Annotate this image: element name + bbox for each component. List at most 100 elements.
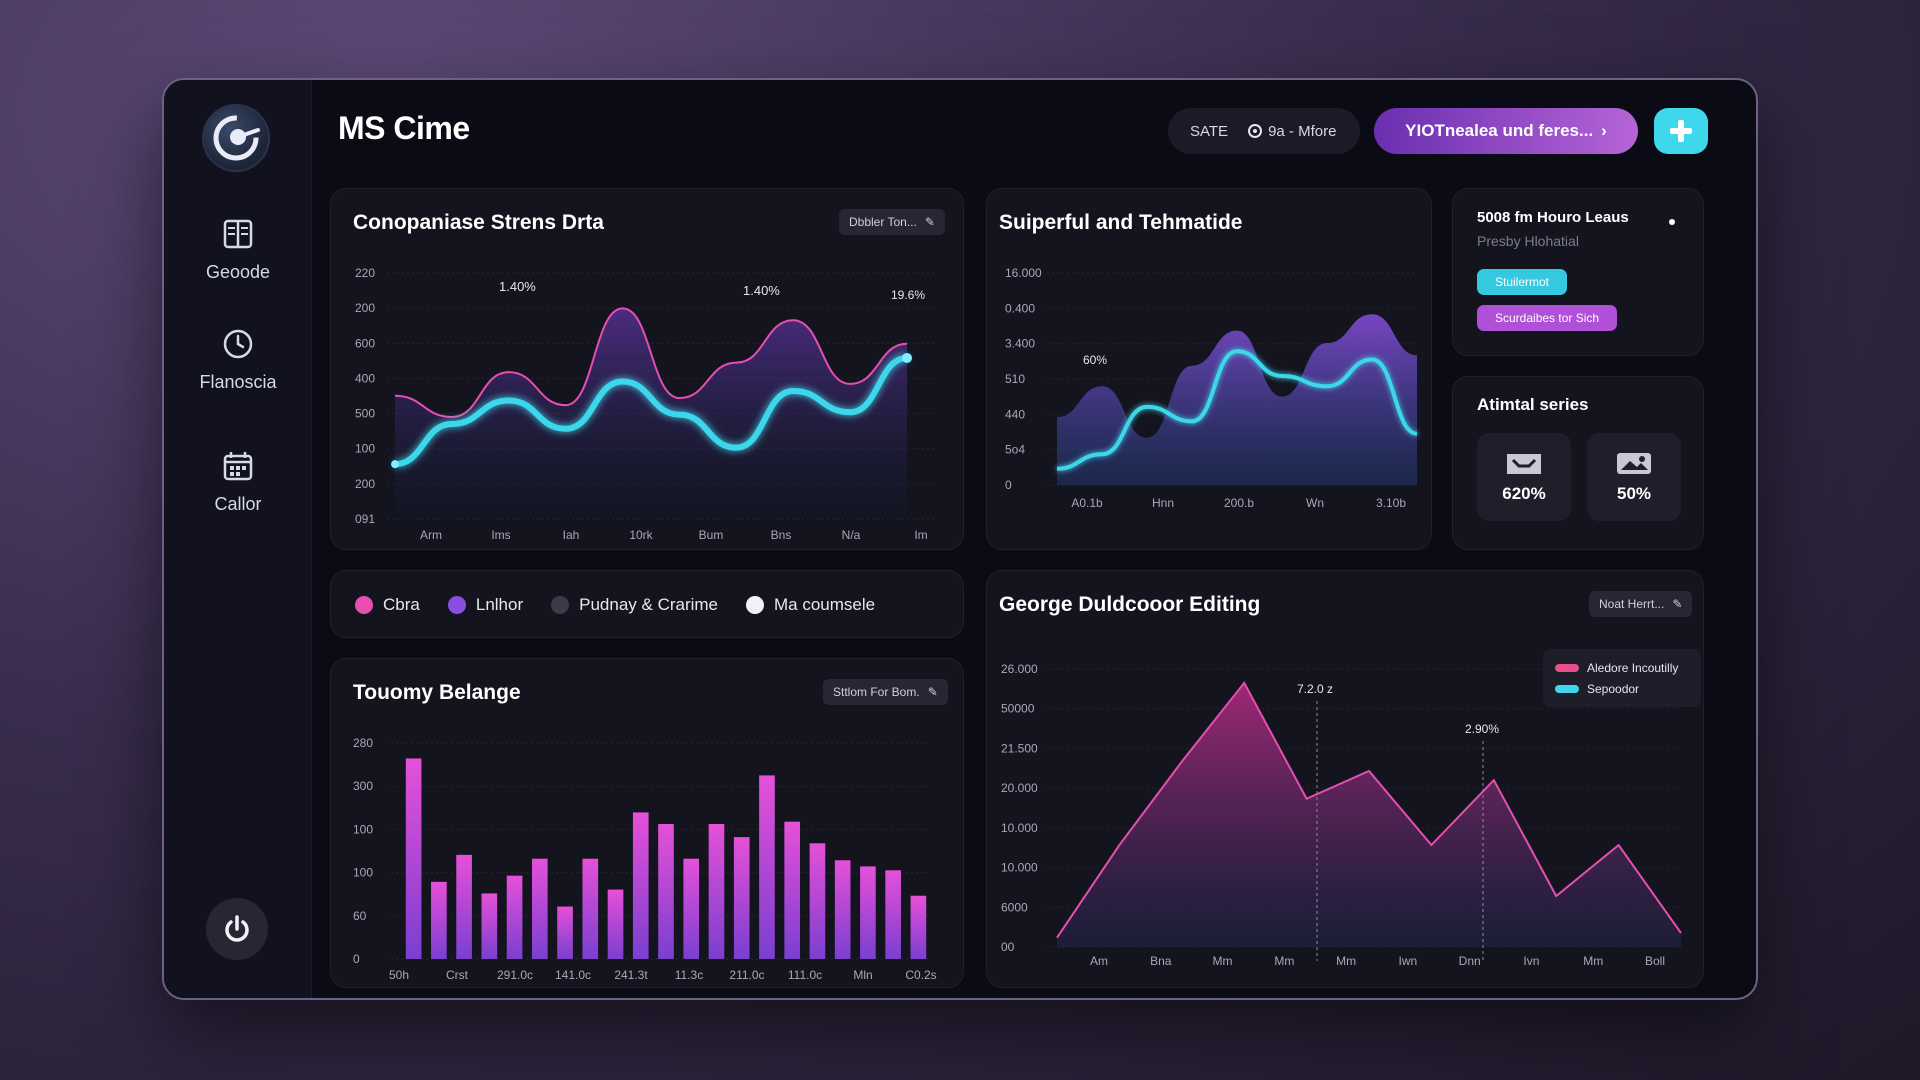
x-tick-label: 10rk (629, 528, 653, 542)
image-icon (1617, 453, 1651, 474)
x-tick-label: Mln (853, 968, 872, 982)
x-tick-label: Mm (1336, 954, 1356, 968)
x-tick-label: Hnn (1152, 496, 1174, 510)
stat-tile[interactable]: 50% (1587, 433, 1681, 521)
sidebar-item-flanoscia[interactable]: Flanoscia (164, 326, 312, 393)
y-tick-label: 440 (1005, 407, 1025, 421)
legend-item[interactable]: Pudnay & Crarime (551, 595, 718, 615)
y-tick-label: 0 (353, 952, 360, 966)
x-tick-label: Im (914, 528, 927, 542)
x-tick-label: Wn (1306, 496, 1324, 510)
y-tick-label: 21.500 (1001, 741, 1038, 755)
legend-swatch (447, 596, 466, 614)
bar[interactable] (809, 843, 826, 959)
y-tick-label: 5o4 (1005, 443, 1025, 457)
y-tick-label: 00 (1001, 940, 1015, 954)
power-button[interactable] (206, 898, 268, 960)
x-tick-label: 50h (389, 968, 409, 982)
legend-item[interactable]: Ma coumsele (746, 595, 875, 615)
clock-icon (223, 329, 253, 359)
chevron-right-icon: › (1601, 121, 1607, 140)
bar[interactable] (506, 875, 523, 959)
add-button[interactable] (1654, 108, 1708, 154)
bar[interactable] (784, 821, 801, 959)
y-tick-label: 510 (1005, 372, 1025, 386)
card-touomy-belange: Touomy Belange Sttlom For Bom. ✎ 280 300 1… (330, 658, 964, 988)
bar[interactable] (582, 858, 599, 959)
bar[interactable] (733, 837, 750, 959)
series-area-purple (1057, 314, 1417, 485)
bar[interactable] (607, 889, 624, 959)
y-tick-label: 26.000 (1001, 662, 1038, 676)
x-tick-label: 291.0c (497, 968, 533, 982)
y-tick-label: 0 (1005, 478, 1012, 492)
bar[interactable] (431, 881, 447, 959)
y-tick-label: 100 (353, 866, 373, 880)
x-tick-label: Mm (1274, 954, 1294, 968)
bar[interactable] (759, 775, 775, 959)
filter-more[interactable]: 9a - Mfore (1248, 123, 1336, 140)
filter-sate[interactable]: SATE (1168, 123, 1248, 140)
card-suiperful: Suiperful and Tehmatide 16.000 0.400 3.400… (986, 188, 1432, 550)
x-tick-label: 241.3t (614, 968, 648, 982)
bar[interactable] (481, 893, 498, 959)
bar[interactable] (632, 812, 649, 959)
y-tick-label: 20.000 (1001, 781, 1038, 795)
x-tick-label: Iwn (1399, 954, 1418, 968)
y-tick-label: 220 (355, 266, 375, 280)
legend-item[interactable]: Sepoodor (1555, 678, 1689, 699)
legend-item[interactable]: Aledore Incoutilly (1555, 657, 1689, 678)
x-tick-label: 211.0c (729, 968, 764, 982)
scurdaibes-button[interactable]: Scurdaibes tor Sich (1477, 305, 1618, 331)
header-filter-pill[interactable]: SATE 9a - Mfore (1168, 108, 1360, 154)
card-atimtal-series: Atimtal series 620% 50% (1452, 376, 1704, 550)
clock-icon (1248, 124, 1263, 138)
bar[interactable] (885, 870, 901, 959)
x-tick-label: Mm (1583, 954, 1603, 968)
primary-action-button[interactable]: YIOTnealea und feres... › (1374, 108, 1638, 154)
bar[interactable] (456, 854, 472, 959)
stat-tile[interactable]: 620% (1477, 433, 1571, 521)
annotation-label: 7.2.0 z (1297, 682, 1333, 696)
stuilermot-button[interactable]: Stuilermot (1477, 269, 1568, 295)
y-tick-label: 500 (355, 407, 375, 421)
x-tick-label: Bna (1150, 954, 1172, 968)
bar[interactable] (910, 895, 927, 959)
y-tick-label: 091 (355, 512, 375, 526)
card-title: 5008 fm Houro Leaus (1477, 209, 1629, 226)
bar[interactable] (405, 758, 422, 959)
stat-value: 50% (1616, 484, 1652, 503)
bar[interactable] (557, 906, 573, 959)
sidebar-item-callor[interactable]: Callor (164, 448, 312, 515)
calendar-icon (223, 452, 253, 481)
legend-item[interactable]: Cbra (355, 595, 420, 615)
stat-value: 620% (1502, 484, 1546, 503)
area-chart: 26.000 50000 21.500 20.000 10.000 10.000 6000 0… (1001, 662, 1682, 968)
bar[interactable] (658, 824, 674, 959)
sidebar-item-geoode[interactable]: Geoode (164, 216, 312, 283)
series-start-point (391, 460, 399, 469)
y-tick-label: 400 (355, 371, 375, 385)
bar[interactable] (531, 858, 548, 959)
logo-icon (213, 115, 260, 161)
bar[interactable] (834, 860, 851, 959)
annotation-label: 60% (1083, 353, 1107, 367)
legend-item[interactable]: Lnlhor (447, 595, 523, 615)
card-subtitle: Presby Hlohatial (1477, 233, 1579, 249)
y-tick-label: 10.000 (1001, 861, 1038, 875)
chart-legend: Aledore Incoutilly Sepoodor (1543, 649, 1701, 707)
annotation-label: 1.40% (743, 283, 780, 298)
y-tick-label: 0.400 (1005, 301, 1035, 315)
y-tick-label: 16.000 (1005, 266, 1042, 280)
legend-label: Pudnay & Crarime (579, 595, 719, 614)
bar-chart: 280 300 100 100 60 0 50h Crst 291.0c 141.0c 241.3… (353, 736, 937, 982)
app-logo[interactable] (204, 106, 268, 170)
legend-bar-card: Cbra Lnlhor Pudnay & Crarime Ma coumsele (330, 570, 964, 638)
bar[interactable] (860, 866, 876, 959)
legend-label: Sepoodor (1587, 681, 1640, 696)
more-dot-icon[interactable] (1669, 219, 1675, 225)
bar[interactable] (708, 824, 725, 959)
legend-swatch (1555, 684, 1579, 693)
legend-swatch (551, 596, 570, 614)
bar[interactable] (683, 858, 700, 959)
